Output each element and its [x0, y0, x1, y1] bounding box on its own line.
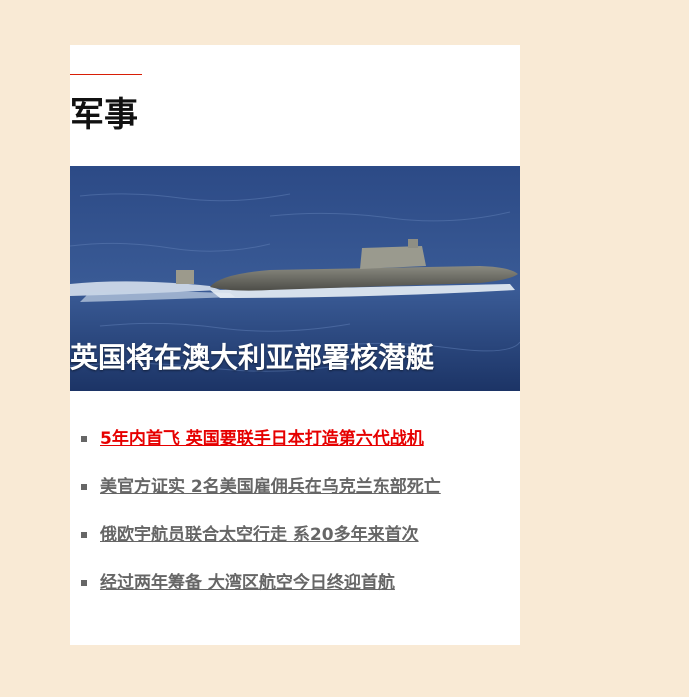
square-bullet-icon [81, 532, 87, 538]
list-item: 俄欧宇航员联合太空行走 系20多年来首次 [70, 511, 520, 559]
list-item: 5年内首飞 英国要联手日本打造第六代战机 [70, 415, 520, 463]
military-news-card: 军事 英国将在澳大利亚部署核潜艇 5年内首飞 英国要联手日本打造第六代战机 美官… [70, 45, 520, 645]
news-link[interactable]: 俄欧宇航员联合太空行走 系20多年来首次 [100, 525, 419, 545]
list-item: 美官方证实 2名美国雇佣兵在乌克兰东部死亡 [70, 463, 520, 511]
square-bullet-icon [81, 484, 87, 490]
hero-image-link[interactable]: 英国将在澳大利亚部署核潜艇 [70, 166, 520, 391]
news-list: 5年内首飞 英国要联手日本打造第六代战机 美官方证实 2名美国雇佣兵在乌克兰东部… [70, 415, 520, 607]
section-title: 军事 [70, 95, 138, 135]
list-item: 经过两年筹备 大湾区航空今日终迎首航 [70, 559, 520, 607]
news-link[interactable]: 经过两年筹备 大湾区航空今日终迎首航 [100, 573, 395, 593]
news-link[interactable]: 美官方证实 2名美国雇佣兵在乌克兰东部死亡 [100, 477, 441, 497]
square-bullet-icon [81, 436, 87, 442]
title-accent-line [70, 74, 142, 75]
news-link[interactable]: 5年内首飞 英国要联手日本打造第六代战机 [100, 429, 424, 449]
hero-caption[interactable]: 英国将在澳大利亚部署核潜艇 [70, 340, 434, 376]
square-bullet-icon [81, 580, 87, 586]
